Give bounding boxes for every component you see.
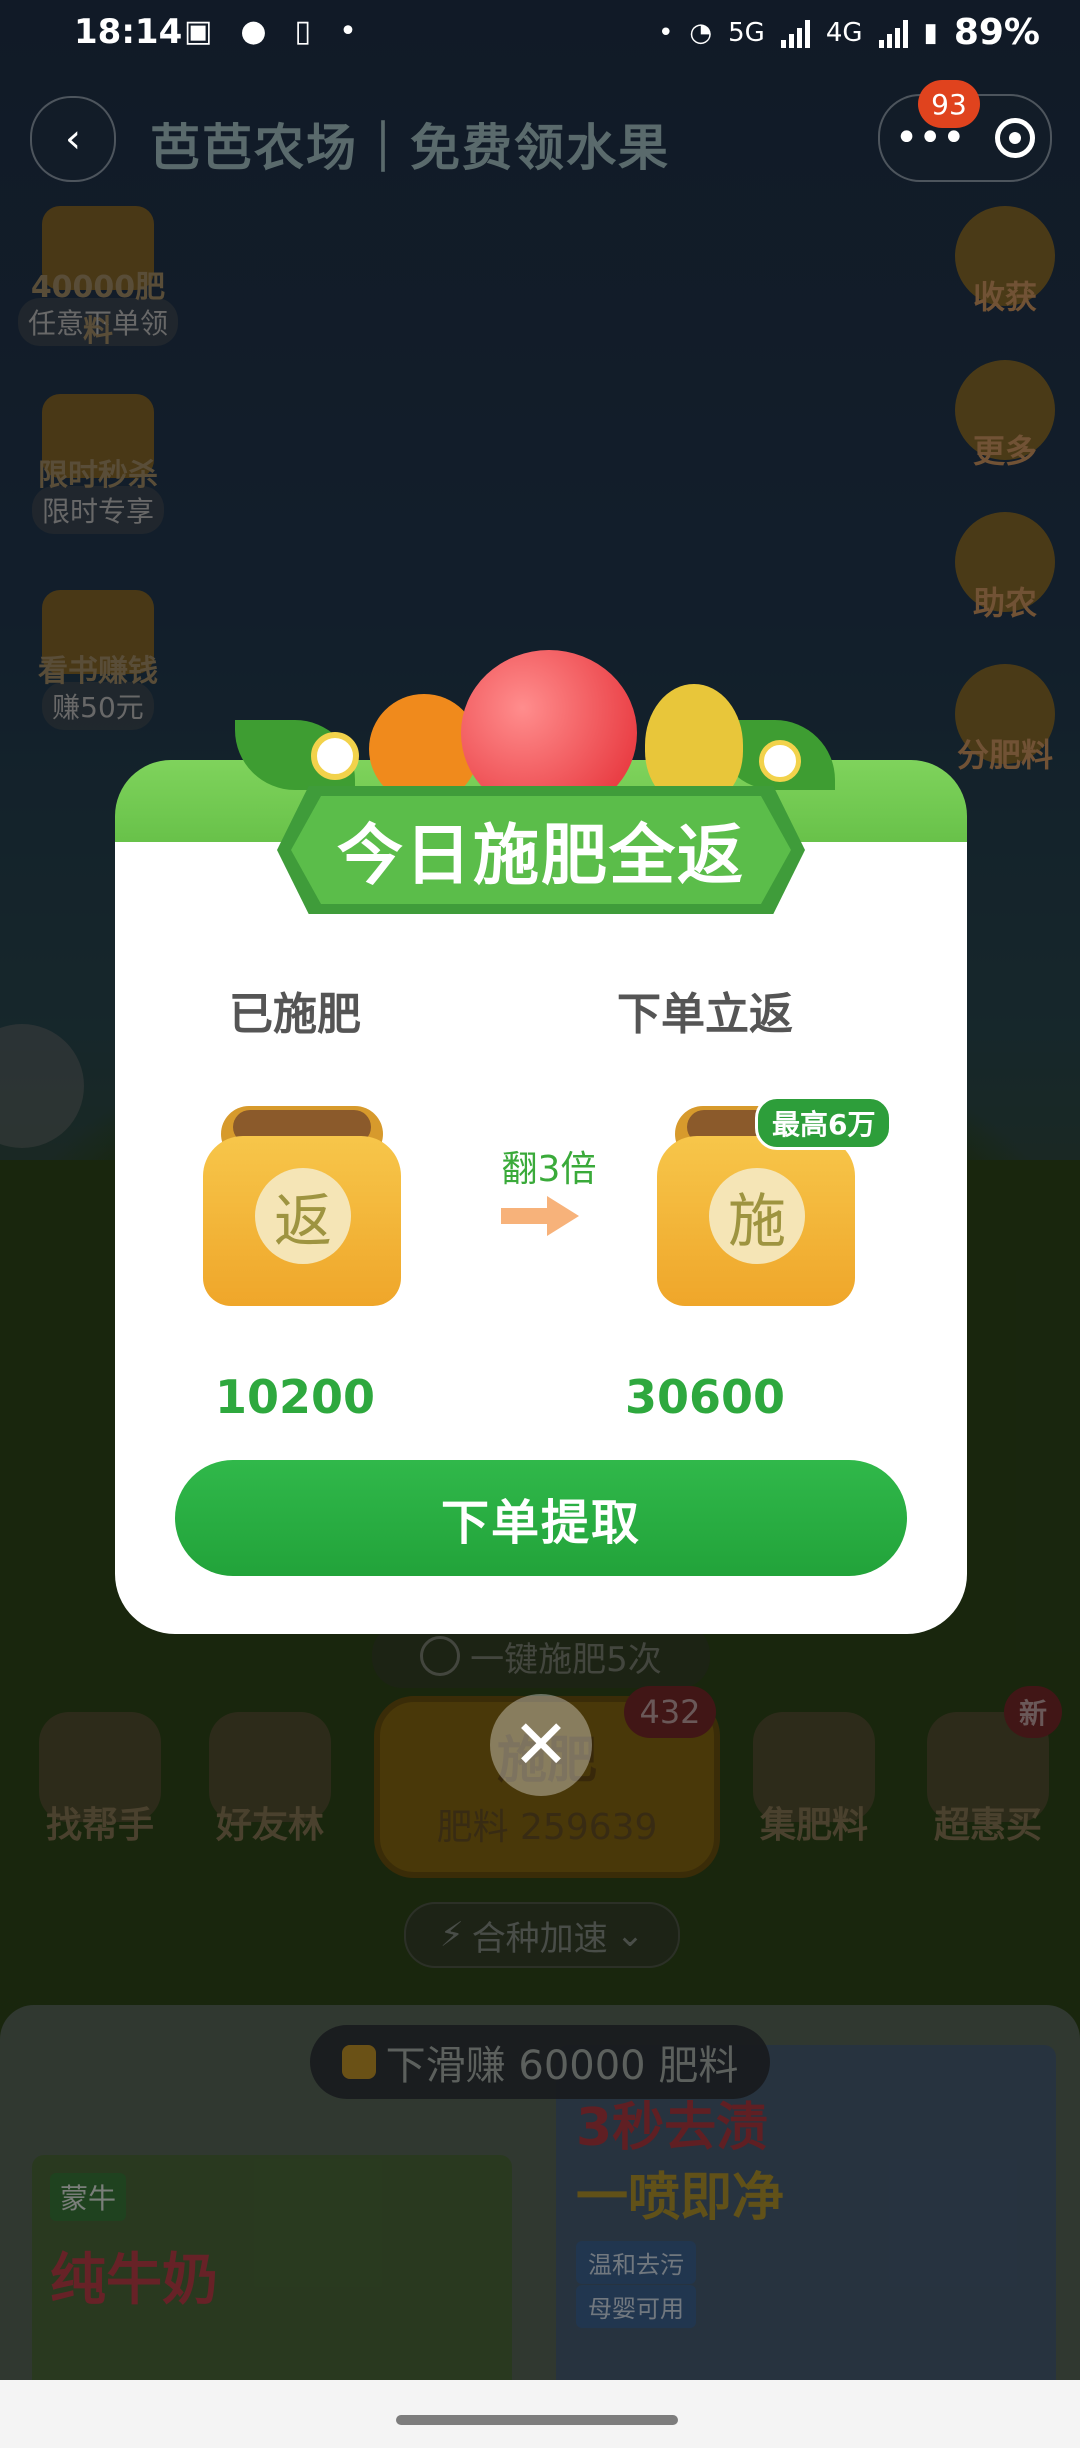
fertilizer-char: 施 xyxy=(709,1168,805,1264)
close-icon: ✕ xyxy=(512,1705,570,1785)
system-icons: • ◔ 5G 4G ▮ 89% xyxy=(658,12,1040,53)
max-reward-badge: 最高6万 xyxy=(755,1096,893,1150)
modal-title: 今日施肥全返 xyxy=(291,796,791,904)
arrow-right-icon xyxy=(501,1196,579,1236)
close-modal-button[interactable]: ✕ xyxy=(490,1694,592,1796)
fertilize-refund-modal: 今日施肥全返 已施肥 下单立返 返 翻3倍 施 最高6万 10200 30600… xyxy=(115,650,967,1634)
signal-icon xyxy=(878,18,908,48)
clock: 18:14 xyxy=(74,12,183,52)
refund-label: 下单立返 xyxy=(617,989,793,1040)
status-bar: 18:14 ▣ ● ▯ • • ◔ 5G 4G ▮ 89% xyxy=(0,0,1080,70)
notification-icons: ▣ ● ▯ • xyxy=(184,14,357,49)
applied-label: 已施肥 xyxy=(229,989,361,1040)
refund-bag-icon: 返 xyxy=(197,1106,407,1306)
gesture-area xyxy=(0,2380,1080,2448)
phone-icon: ▯ xyxy=(294,14,312,49)
chevron-left-icon: ‹ xyxy=(65,116,81,162)
home-indicator[interactable] xyxy=(396,2415,678,2425)
signal-icon xyxy=(780,18,810,48)
order-claim-button[interactable]: 下单提取 xyxy=(175,1460,907,1576)
notification-badge: 93 xyxy=(918,80,980,128)
refund-value: 30600 xyxy=(624,1370,786,1424)
flower-icon xyxy=(311,732,359,780)
refund-char: 返 xyxy=(255,1168,351,1264)
close-target-icon[interactable] xyxy=(995,118,1036,158)
dot-icon: • xyxy=(658,17,674,48)
wifi-icon: ◔ xyxy=(689,17,713,48)
battery-icon: ▮ xyxy=(923,17,938,48)
network-5g: 5G xyxy=(728,17,765,48)
network-4g: 4G xyxy=(825,17,863,48)
page-title: 芭芭农场｜免费领水果 xyxy=(150,119,670,177)
image-icon: ▣ xyxy=(184,14,213,49)
app-icon: ● xyxy=(240,14,267,49)
flower-icon xyxy=(759,740,801,782)
battery-level: 89% xyxy=(953,12,1040,53)
back-button[interactable]: ‹ xyxy=(30,96,116,182)
multiplier-text: 翻3倍 xyxy=(501,1149,597,1190)
dot-icon: • xyxy=(339,14,357,49)
applied-value: 10200 xyxy=(214,1370,376,1424)
